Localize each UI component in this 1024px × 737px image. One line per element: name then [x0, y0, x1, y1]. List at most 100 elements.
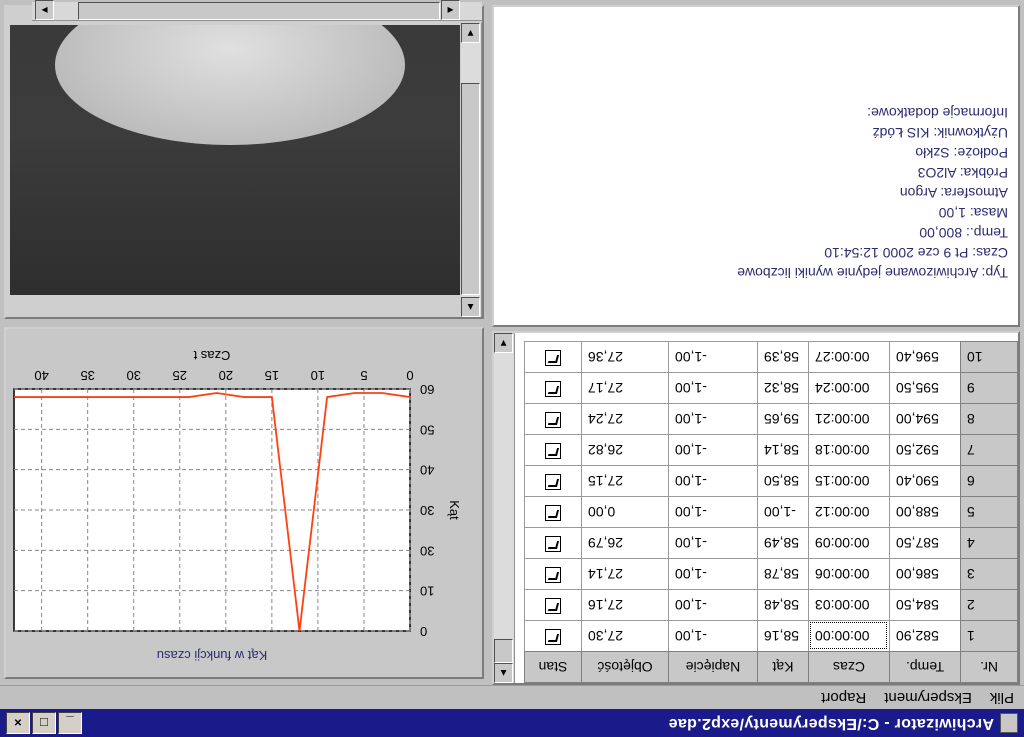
cell-stan[interactable]	[524, 558, 582, 590]
status-icon[interactable]	[545, 350, 561, 367]
table-row[interactable]: 2 584,50 00:00:03 58,48 -1,00 27,16	[524, 589, 1018, 621]
cell-temp[interactable]: 595,50	[889, 372, 961, 404]
cell-stan[interactable]	[524, 589, 582, 621]
cell-stan[interactable]	[524, 496, 582, 528]
cell-kat[interactable]: 58,50	[757, 465, 809, 497]
cell-napiecie[interactable]: -1,00	[668, 434, 758, 466]
cell-czas[interactable]: 00:00:00	[808, 620, 890, 652]
cell-napiecie[interactable]: -1,00	[668, 496, 758, 528]
cell-objetosc[interactable]: 27,15	[581, 465, 669, 497]
table-vertical-scrollbar[interactable]: ▲ ▼	[494, 333, 515, 683]
scroll-up-button[interactable]: ▲	[494, 663, 513, 683]
status-icon[interactable]	[545, 474, 561, 491]
col-nr-header[interactable]: Nr.	[960, 651, 1018, 683]
cell-temp[interactable]: 586,00	[889, 558, 961, 590]
cell-czas[interactable]: 00:00:09	[808, 527, 890, 559]
cell-temp[interactable]: 594,00	[889, 403, 961, 435]
cell-czas[interactable]: 00:00:03	[808, 589, 890, 621]
col-objetosc-header[interactable]: Objętość	[581, 651, 669, 683]
cell-napiecie[interactable]: -1,00	[668, 341, 758, 373]
menu-eksperyment[interactable]: Eksperyment	[884, 689, 972, 706]
scroll-thumb[interactable]	[461, 83, 480, 295]
cell-temp[interactable]: 582,90	[889, 620, 961, 652]
cell-temp[interactable]: 596,40	[889, 341, 961, 373]
cell-stan[interactable]	[524, 341, 582, 373]
status-icon[interactable]	[545, 381, 561, 398]
cell-stan[interactable]	[524, 620, 582, 652]
table-row[interactable]: 4 587,50 00:00:09 58,49 -1,00 26,79	[524, 527, 1018, 559]
scroll-right-button[interactable]: ►	[35, 0, 54, 20]
cell-napiecie[interactable]: -1,00	[668, 372, 758, 404]
close-button[interactable]: ×	[6, 712, 30, 734]
cell-objetosc[interactable]: 26,79	[581, 527, 669, 559]
cell-napiecie[interactable]: -1,00	[668, 589, 758, 621]
scroll-up-button[interactable]: ▲	[461, 297, 480, 317]
cell-kat[interactable]: 59,65	[757, 403, 809, 435]
cell-objetosc[interactable]: 27,16	[581, 589, 669, 621]
cell-temp[interactable]: 588,00	[889, 496, 961, 528]
cell-napiecie[interactable]: -1,00	[668, 527, 758, 559]
table-row[interactable]: 10 596,40 00:00:27 58,39 -1,00 27,36	[524, 341, 1018, 373]
cell-objetosc[interactable]: 0,00	[581, 496, 669, 528]
cell-kat[interactable]: 58,78	[757, 558, 809, 590]
cell-stan[interactable]	[524, 403, 582, 435]
cell-czas[interactable]: 00:00:24	[808, 372, 890, 404]
cell-kat[interactable]: 58,32	[757, 372, 809, 404]
scroll-thumb[interactable]	[494, 639, 513, 663]
cell-napiecie[interactable]: -1,00	[668, 403, 758, 435]
cell-temp[interactable]: 587,50	[889, 527, 961, 559]
col-temp-header[interactable]: Temp.	[889, 651, 961, 683]
cell-czas[interactable]: 00:00:15	[808, 465, 890, 497]
cell-kat[interactable]: 58,48	[757, 589, 809, 621]
status-icon[interactable]	[545, 536, 561, 553]
cell-stan[interactable]	[524, 465, 582, 497]
image-vertical-scrollbar[interactable]: ▲ ▼	[461, 23, 482, 317]
image-horizontal-scrollbar[interactable]: ◄ ►	[32, 0, 482, 21]
cell-objetosc[interactable]: 27,30	[581, 620, 669, 652]
cell-temp[interactable]: 592,50	[889, 434, 961, 466]
table-row[interactable]: 7 592,50 00:00:18 58,14 -1,00 26,82	[524, 434, 1018, 466]
cell-objetosc[interactable]: 26,82	[581, 434, 669, 466]
table-row[interactable]: 9 595,50 00:00:24 58,32 -1,00 27,17	[524, 372, 1018, 404]
col-czas-header[interactable]: Czas	[808, 651, 890, 683]
col-kat-header[interactable]: Kąt	[757, 651, 809, 683]
cell-objetosc[interactable]: 27,24	[581, 403, 669, 435]
scroll-left-button[interactable]: ◄	[441, 0, 460, 20]
scroll-down-button[interactable]: ▼	[461, 23, 480, 43]
cell-kat[interactable]: 58,49	[757, 527, 809, 559]
cell-kat[interactable]: 58,16	[757, 620, 809, 652]
cell-czas[interactable]: 00:00:12	[808, 496, 890, 528]
col-stan-header[interactable]: Stan	[524, 651, 582, 683]
table-row[interactable]: 8 594,00 00:00:21 59,65 -1,00 27,24	[524, 403, 1018, 435]
status-icon[interactable]	[545, 567, 561, 584]
cell-objetosc[interactable]: 27,17	[581, 372, 669, 404]
cell-czas[interactable]: 00:00:18	[808, 434, 890, 466]
cell-napiecie[interactable]: -1,00	[668, 620, 758, 652]
cell-temp[interactable]: 584,50	[889, 589, 961, 621]
menu-plik[interactable]: Plik	[990, 689, 1014, 706]
col-napiecie-header[interactable]: Napięcie	[668, 651, 758, 683]
scroll-down-button[interactable]: ▼	[494, 333, 513, 353]
cell-napiecie[interactable]: -1,00	[668, 465, 758, 497]
minimize-button[interactable]: _	[58, 712, 82, 734]
cell-kat[interactable]: 58,14	[757, 434, 809, 466]
table-row[interactable]: 1 582,90 00:00:00 58,16 -1,00 27,30	[524, 620, 1018, 652]
cell-stan[interactable]	[524, 434, 582, 466]
status-icon[interactable]	[545, 443, 561, 460]
cell-stan[interactable]	[524, 527, 582, 559]
table-row[interactable]: 5 588,00 00:00:12 -1,00 -1,00 0,00	[524, 496, 1018, 528]
cell-kat[interactable]: 58,39	[757, 341, 809, 373]
status-icon[interactable]	[545, 505, 561, 522]
menu-raport[interactable]: Raport	[821, 689, 866, 706]
cell-stan[interactable]	[524, 372, 582, 404]
cell-napiecie[interactable]: -1,00	[668, 558, 758, 590]
cell-czas[interactable]: 00:00:21	[808, 403, 890, 435]
cell-czas[interactable]: 00:00:27	[808, 341, 890, 373]
status-icon[interactable]	[545, 412, 561, 429]
table-row[interactable]: 3 586,00 00:00:06 58,78 -1,00 27,14	[524, 558, 1018, 590]
cell-objetosc[interactable]: 27,14	[581, 558, 669, 590]
status-icon[interactable]	[545, 629, 561, 646]
status-icon[interactable]	[545, 598, 561, 615]
cell-temp[interactable]: 590,40	[889, 465, 961, 497]
cell-czas[interactable]: 00:00:06	[808, 558, 890, 590]
